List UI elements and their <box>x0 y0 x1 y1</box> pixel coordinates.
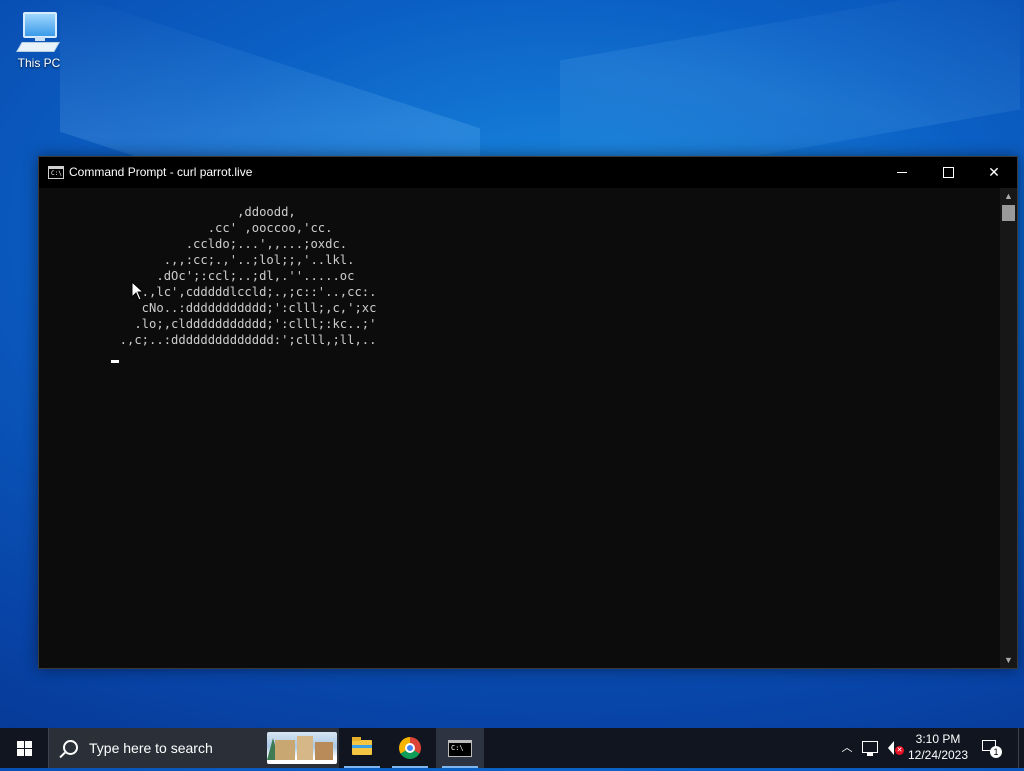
console-line: .,c;..:dddddddddddddd:';clll,;ll,.. <box>105 333 377 347</box>
window-title: Command Prompt - curl parrot.live <box>69 165 253 179</box>
window-titlebar[interactable]: C:\ Command Prompt - curl parrot.live ✕ <box>39 157 1017 188</box>
search-icon <box>63 740 78 755</box>
console-output[interactable]: ,ddoodd, .cc' ,ooccoo,'cc. .ccldo;...',,… <box>39 188 999 668</box>
taskbar-chrome[interactable] <box>386 728 434 768</box>
volume-muted-icon[interactable]: ✕ <box>884 740 904 756</box>
desktop-icon-label: This PC <box>17 56 61 70</box>
vertical-scrollbar[interactable]: ▲ ▼ <box>1000 188 1017 668</box>
console-line: .,lc',cdddddlccld;.,;c::'..,cc:. <box>105 285 377 299</box>
minimize-icon <box>897 172 907 173</box>
scroll-thumb[interactable] <box>1002 205 1015 221</box>
clock[interactable]: 3:10 PM 12/24/2023 <box>905 731 971 771</box>
maximize-button[interactable] <box>925 157 971 188</box>
cmd-icon: C:\ <box>448 740 472 757</box>
folder-icon <box>352 737 372 755</box>
command-prompt-window[interactable]: C:\ Command Prompt - curl parrot.live ✕ … <box>38 156 1018 669</box>
taskbar-command-prompt[interactable]: C:\ <box>436 728 484 768</box>
close-icon: ✕ <box>988 164 1000 180</box>
minimize-button[interactable] <box>879 157 925 188</box>
console-line: .lo;,clddddddddddd;':clll;:kc..;' <box>105 317 377 331</box>
cmd-icon: C:\ <box>48 166 64 179</box>
text-cursor <box>111 360 119 363</box>
console-line: .ccldo;...',,...;oxdc. <box>105 237 348 251</box>
mouse-pointer-icon <box>131 281 145 301</box>
start-button[interactable] <box>0 728 48 768</box>
scroll-up-arrow-icon[interactable]: ▲ <box>1000 188 1017 204</box>
this-pc-icon <box>16 10 61 54</box>
search-placeholder: Type here to search <box>89 740 213 756</box>
network-icon[interactable] <box>862 741 878 756</box>
action-center-button[interactable]: 1 <box>980 738 1002 758</box>
chrome-icon <box>399 737 421 759</box>
show-hidden-icons-chevron-icon[interactable]: ︿ <box>838 728 856 768</box>
desktop-icon-this-pc[interactable]: This PC <box>12 10 66 70</box>
console-text: ,ddoodd, .cc' ,ooccoo,'cc. .ccldo;...',,… <box>105 204 377 348</box>
search-box[interactable]: Type here to search <box>48 728 339 768</box>
search-highlight-illustration[interactable] <box>267 732 337 764</box>
clock-time: 3:10 PM <box>915 732 961 746</box>
console-line: ,ddoodd, <box>105 205 296 219</box>
console-line: .,,:cc;.,'..;lol;;,'..lkl. <box>105 253 355 267</box>
show-desktop-button[interactable] <box>1018 728 1024 768</box>
taskbar-file-explorer[interactable] <box>338 728 386 768</box>
close-button[interactable]: ✕ <box>971 157 1017 188</box>
console-line: cNo..:ddddddddddd;':clll;,c,';xc <box>105 301 377 315</box>
clock-date: 12/24/2023 <box>907 748 969 762</box>
scroll-down-arrow-icon[interactable]: ▼ <box>1000 652 1017 668</box>
taskbar: Type here to search C:\ ︿ ✕ 3:10 PM 12/2… <box>0 728 1024 768</box>
maximize-icon <box>943 167 954 178</box>
notification-count-badge: 1 <box>990 746 1002 758</box>
console-line: .cc' ,ooccoo,'cc. <box>105 221 333 235</box>
